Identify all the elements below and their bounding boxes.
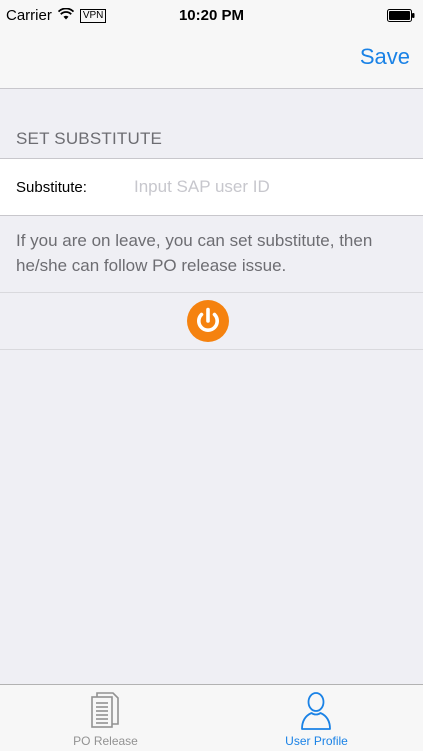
user-icon bbox=[299, 691, 333, 736]
power-row bbox=[0, 292, 423, 350]
substitute-input[interactable] bbox=[134, 168, 364, 206]
tab-po-release-label: PO Release bbox=[73, 734, 138, 748]
save-button[interactable]: Save bbox=[360, 44, 410, 70]
tab-user-profile-label: User Profile bbox=[285, 734, 348, 748]
tab-po-release[interactable]: PO Release bbox=[0, 685, 211, 751]
section-footer-note: If you are on leave, you can set substit… bbox=[16, 231, 373, 275]
tab-bar: PO Release User Profile bbox=[0, 684, 423, 751]
section-header: SET SUBSTITUTE bbox=[16, 129, 163, 148]
substitute-row: Substitute: bbox=[0, 158, 423, 216]
battery-icon bbox=[387, 9, 415, 26]
power-button[interactable] bbox=[187, 300, 229, 342]
substitute-label: Substitute: bbox=[16, 179, 87, 196]
tab-user-profile[interactable]: User Profile bbox=[211, 685, 422, 751]
power-icon bbox=[187, 300, 229, 342]
status-bar: Carrier VPN 10:20 PM bbox=[0, 0, 423, 32]
document-icon bbox=[88, 691, 122, 734]
status-time: 10:20 PM bbox=[178, 7, 245, 24]
navigation-bar: Save bbox=[0, 32, 423, 89]
